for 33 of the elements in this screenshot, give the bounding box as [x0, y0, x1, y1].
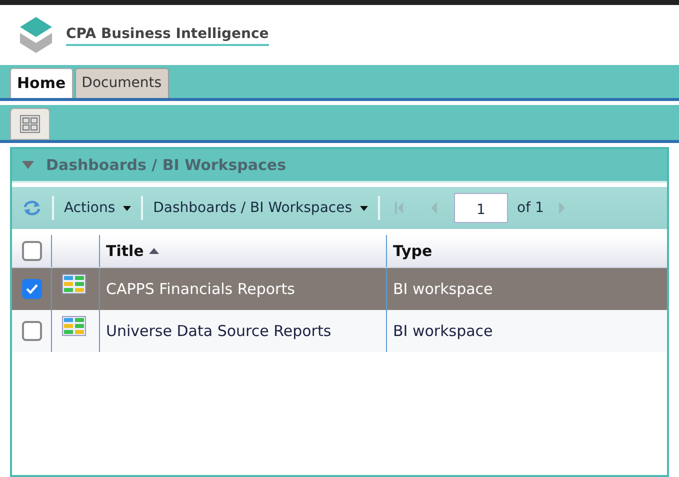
table-row[interactable]: CAPPS Financials Reports BI workspace	[12, 268, 667, 310]
grid-icon	[20, 115, 40, 133]
next-page-icon[interactable]	[558, 201, 566, 215]
app-title: CPA Business Intelligence	[66, 24, 269, 46]
dropdown-caret-icon	[360, 206, 368, 210]
tab[interactable]: Home	[10, 68, 73, 98]
dashboard-icon	[62, 274, 86, 294]
first-page-icon[interactable]	[394, 201, 404, 215]
checkmark-icon	[26, 284, 38, 294]
page-input[interactable]: 1	[454, 193, 508, 223]
folder-menu-button[interactable]: Dashboards / BI Workspaces	[153, 198, 368, 218]
collapse-caret-icon[interactable]	[22, 161, 34, 169]
sort-ascending-icon	[148, 248, 159, 254]
column-header[interactable]: Type	[393, 240, 432, 262]
tab[interactable]	[10, 108, 50, 140]
tab[interactable]: Documents	[74, 68, 168, 98]
checkbox[interactable]	[22, 279, 42, 299]
checkbox[interactable]	[22, 241, 42, 261]
page-count: of 1	[517, 198, 544, 218]
actions-menu-button[interactable]: Actions	[64, 198, 132, 218]
checkbox[interactable]	[22, 321, 42, 341]
table-cell-text: CAPPS Financials Reports	[106, 278, 295, 300]
column-header[interactable]: Title	[106, 240, 159, 262]
table-cell-text: BI workspace	[393, 278, 493, 300]
table-cell-text: BI workspace	[393, 320, 493, 342]
panel-title: Dashboards / BI Workspaces	[46, 154, 286, 176]
previous-page-icon[interactable]	[430, 201, 438, 215]
table-row[interactable]: Universe Data Source Reports BI workspace	[12, 310, 667, 352]
refresh-icon[interactable]	[22, 199, 42, 217]
dashboard-icon	[62, 316, 86, 336]
logo-icon	[18, 15, 54, 55]
dropdown-caret-icon	[123, 206, 132, 210]
table-cell-text: Universe Data Source Reports	[106, 320, 332, 342]
